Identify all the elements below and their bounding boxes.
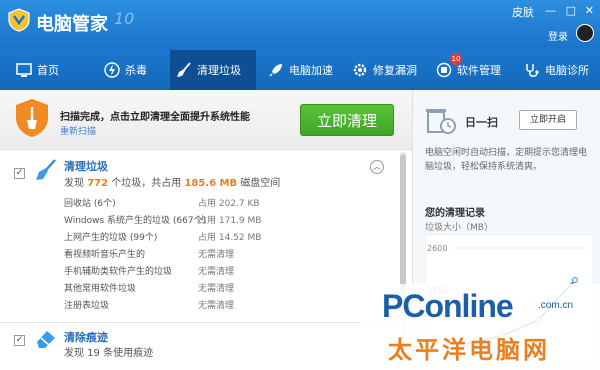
summary-prefix: 发现 bbox=[64, 178, 84, 189]
junk-row[interactable]: 回收站 (6个) 占用 202.7 KB bbox=[64, 194, 384, 210]
tab-speedup[interactable]: 电脑加速 bbox=[262, 50, 342, 90]
rescan-link[interactable]: 重新扫描 bbox=[60, 124, 96, 137]
tab-label: 软件管理 bbox=[457, 64, 501, 77]
data-point bbox=[572, 277, 578, 283]
watermark-brand: PConline bbox=[382, 288, 514, 324]
junk-count: 772 bbox=[87, 178, 109, 189]
tab-fix-vulnerabilities[interactable]: 修复漏洞 bbox=[346, 50, 426, 90]
lightning-icon bbox=[104, 62, 120, 78]
tab-label: 清理垃圾 bbox=[197, 64, 241, 77]
tab-software-manager[interactable]: 软件管理 10 bbox=[430, 50, 514, 90]
gear-icon bbox=[353, 63, 367, 77]
monitor-icon bbox=[16, 63, 32, 77]
schedule-title: 日一扫 bbox=[465, 116, 498, 129]
stethoscope-icon bbox=[526, 64, 539, 77]
junk-checkbox[interactable]: ✓ bbox=[14, 168, 25, 179]
junk-row-size: 占用 171.9 MB bbox=[198, 216, 262, 226]
tab-clean-junk[interactable]: 清理垃圾 bbox=[170, 50, 256, 90]
tab-label: 首页 bbox=[37, 64, 59, 77]
login-link[interactable]: 登录 bbox=[548, 28, 568, 43]
main-panel: 扫描完成，点击立即清理全面提升系统性能 重新扫描 立即清理 ✓ 清理垃圾 发现 … bbox=[0, 90, 412, 370]
y-tick-label: 2600 bbox=[427, 244, 447, 253]
apps-icon bbox=[436, 62, 452, 78]
junk-row-name: 看视频听音乐产生的 bbox=[64, 250, 146, 260]
junk-row-name: 其他常用软件垃圾 bbox=[64, 284, 137, 294]
junk-row-size: 无需清理 bbox=[198, 250, 235, 260]
record-title: 您的清理记录 bbox=[425, 208, 485, 219]
junk-size: 185.6 MB bbox=[184, 178, 238, 189]
junk-row[interactable]: 看视频听音乐产生的 无需清理 bbox=[64, 245, 384, 261]
tab-home[interactable]: 首页 bbox=[10, 50, 80, 90]
scan-result-bar: 扫描完成，点击立即清理全面提升系统性能 重新扫描 立即清理 bbox=[0, 90, 412, 150]
eraser-icon bbox=[37, 331, 55, 348]
tab-label: 电脑诊所 bbox=[545, 64, 589, 77]
tab-label: 电脑加速 bbox=[289, 64, 333, 77]
junk-row[interactable]: 上网产生的垃圾 (99个) 占用 14.52 MB bbox=[64, 228, 384, 244]
tab-label: 修复漏洞 bbox=[373, 64, 417, 77]
broom-icon bbox=[177, 62, 191, 77]
junk-row-name: 手机辅助类软件产生的垃圾 bbox=[64, 267, 173, 277]
summary-mid: 个垃圾，共占用 bbox=[111, 178, 182, 189]
junk-row[interactable]: 其他常用软件垃圾 无需清理 bbox=[64, 279, 384, 295]
tab-antivirus[interactable]: 杀毒 bbox=[98, 50, 168, 90]
watermark-cn: 太平洋电脑网 bbox=[388, 336, 550, 364]
junk-section: ✓ 清理垃圾 发现 772 个垃圾，共占用 185.6 MB 磁盘空间 ︿ 回收… bbox=[0, 152, 398, 332]
traces-checkbox[interactable]: ✓ bbox=[14, 335, 25, 346]
junk-row-size: 无需清理 bbox=[198, 267, 235, 277]
junk-section-title: 清理垃圾 bbox=[64, 160, 108, 173]
shield-logo-icon bbox=[8, 8, 30, 32]
close-button[interactable]: ✕ bbox=[585, 4, 594, 17]
junk-row-size: 无需清理 bbox=[198, 284, 235, 294]
junk-row-name: 回收站 (6个) bbox=[64, 199, 116, 209]
tab-label: 杀毒 bbox=[125, 64, 147, 77]
record-unit-label: 垃圾大小（MB） bbox=[425, 223, 493, 233]
traces-section: ✓ 清除痕迹 发现 19 条使用痕迹 bbox=[0, 322, 398, 370]
summary-suffix: 磁盘空间 bbox=[240, 178, 281, 189]
scan-status-text: 扫描完成，点击立即清理全面提升系统性能 bbox=[60, 112, 250, 123]
junk-summary: 发现 772 个垃圾，共占用 185.6 MB 磁盘空间 bbox=[64, 174, 280, 189]
skin-button[interactable]: 皮肤 bbox=[512, 4, 534, 20]
junk-row-size: 占用 202.7 KB bbox=[198, 199, 260, 209]
main-nav: 首页 杀毒 清理垃圾 电脑加速 修复漏洞 软件管理 10 电脑诊所 bbox=[0, 50, 600, 90]
collapse-toggle[interactable]: ︿ bbox=[370, 160, 384, 174]
traces-section-title: 清除痕迹 bbox=[64, 331, 108, 344]
title-bar: 电脑管家 10 皮肤 — □ ✕ 登录 bbox=[0, 0, 600, 50]
junk-row-name: 注册表垃圾 bbox=[64, 301, 110, 311]
traces-summary: 发现 19 条使用痕迹 bbox=[64, 348, 154, 359]
junk-row-name: 上网产生的垃圾 (99个) bbox=[64, 233, 158, 243]
tab-pc-clinic[interactable]: 电脑诊所 bbox=[518, 50, 600, 90]
clean-now-button[interactable]: 立即清理 bbox=[300, 104, 394, 136]
app-version: 10 bbox=[114, 9, 135, 28]
app-title: 电脑管家 bbox=[36, 14, 108, 35]
update-count-badge: 10 bbox=[450, 53, 462, 65]
junk-row[interactable]: 注册表垃圾 无需清理 bbox=[64, 296, 384, 312]
trash-clock-icon bbox=[426, 109, 456, 134]
junk-row[interactable]: 手机辅助类软件产生的垃圾 无需清理 bbox=[64, 262, 384, 278]
broom-icon bbox=[36, 159, 56, 180]
minimize-button[interactable]: — bbox=[545, 4, 556, 17]
watermark-domain: .com.cn bbox=[538, 300, 574, 311]
schedule-description: 电脑空闲时自动扫描，定期提示您清理电脑垃圾，轻松保持系统清爽。 bbox=[425, 148, 588, 172]
enable-schedule-button[interactable]: 立即开启 bbox=[519, 110, 577, 130]
junk-row-size: 占用 14.52 MB bbox=[198, 233, 262, 243]
junk-row-name: Windows 系统产生的垃圾 (667个) bbox=[64, 216, 207, 226]
avatar[interactable] bbox=[576, 24, 594, 42]
maximize-button[interactable]: □ bbox=[566, 4, 576, 17]
rocket-icon bbox=[269, 64, 282, 77]
junk-row[interactable]: Windows 系统产生的垃圾 (667个) 占用 171.9 MB bbox=[64, 211, 384, 227]
broom-shield-icon bbox=[16, 99, 48, 137]
junk-row-size: 无需清理 bbox=[198, 301, 235, 311]
